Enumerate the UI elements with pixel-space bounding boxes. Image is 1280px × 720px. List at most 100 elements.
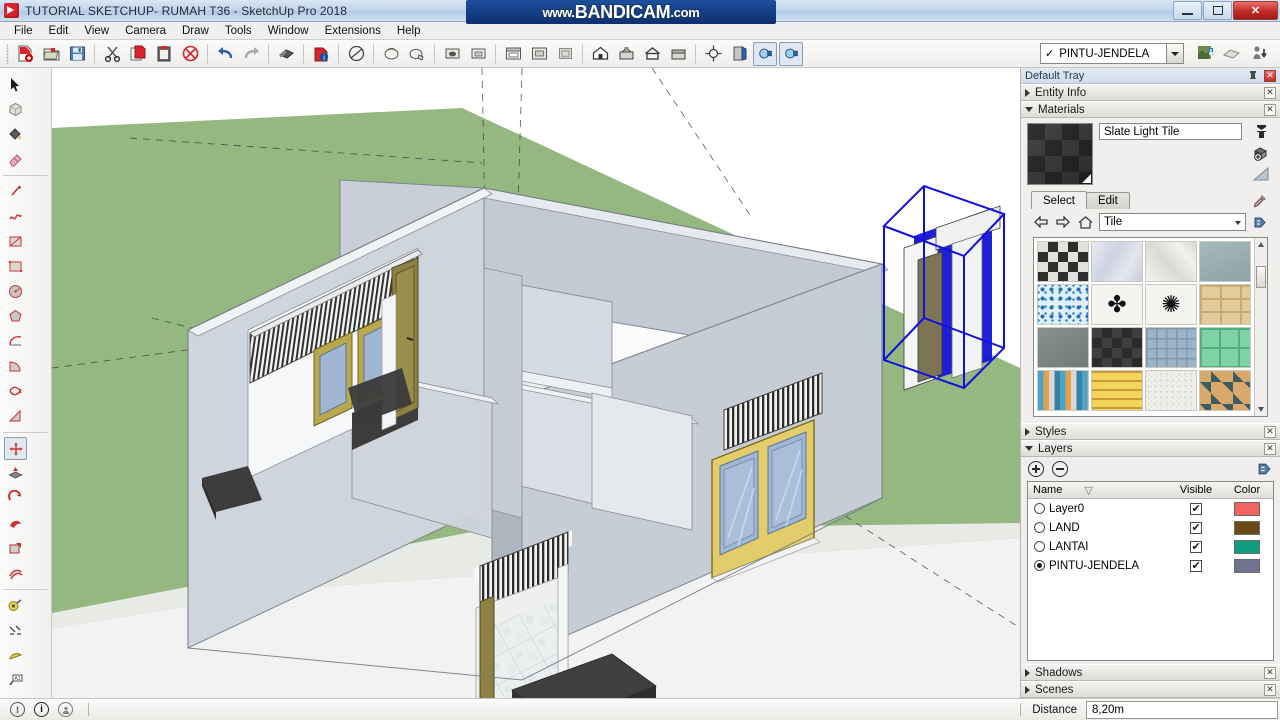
- layer-active-radio[interactable]: [1034, 560, 1045, 571]
- toggle-terrain-icon[interactable]: [1222, 44, 1241, 63]
- panel-entity-info-close[interactable]: ✕: [1264, 86, 1276, 99]
- freehand-tool-icon[interactable]: [4, 205, 27, 228]
- minimize-button[interactable]: [1173, 1, 1202, 20]
- material-name-field[interactable]: Slate Light Tile: [1099, 123, 1242, 140]
- close-button[interactable]: ✕: [1233, 1, 1278, 20]
- layer-color-swatch[interactable]: [1234, 539, 1260, 554]
- xray-icon[interactable]: [440, 42, 464, 66]
- pin-icon[interactable]: [1248, 70, 1258, 81]
- distance-input[interactable]: 8,20m: [1086, 700, 1278, 719]
- status-info-icon[interactable]: i: [34, 702, 49, 717]
- layer-color-swatch[interactable]: [1234, 558, 1260, 573]
- top-view-icon[interactable]: [614, 42, 638, 66]
- look-around-icon[interactable]: [779, 41, 803, 66]
- save-document-icon[interactable]: [65, 42, 89, 66]
- table-row[interactable]: Layer0: [1028, 499, 1273, 518]
- dimension-tool-icon[interactable]: [4, 619, 27, 642]
- swatch-mosaic-multi[interactable]: [1037, 370, 1089, 411]
- materials-scrollbar[interactable]: [1254, 238, 1267, 416]
- swatch-marble-light[interactable]: [1145, 241, 1197, 282]
- rotated-rectangle-tool-icon[interactable]: [4, 255, 27, 278]
- layer-color-swatch[interactable]: [1234, 501, 1260, 516]
- add-layer-button[interactable]: [1028, 461, 1044, 477]
- material-library-select[interactable]: Tile: [1099, 213, 1246, 231]
- swatch-tile-steel-blue[interactable]: [1145, 327, 1197, 368]
- swatch-ornament-star[interactable]: ✺: [1145, 284, 1197, 325]
- open-document-icon[interactable]: [39, 42, 63, 66]
- menu-window[interactable]: Window: [260, 24, 317, 38]
- table-row[interactable]: LANTAI: [1028, 537, 1273, 556]
- layer-active-radio[interactable]: [1034, 503, 1045, 514]
- paste-icon[interactable]: [152, 42, 176, 66]
- display-section-cuts-icon[interactable]: [405, 42, 429, 66]
- details-arrow-icon[interactable]: [1252, 214, 1268, 230]
- menu-draw[interactable]: Draw: [174, 24, 217, 38]
- scroll-up-icon[interactable]: [1258, 242, 1264, 247]
- select-tool-icon[interactable]: [4, 73, 27, 96]
- status-account-icon[interactable]: [58, 702, 73, 717]
- swatch-tile-green[interactable]: [1199, 327, 1251, 368]
- redo-icon[interactable]: [239, 42, 263, 66]
- menu-edit[interactable]: Edit: [41, 24, 77, 38]
- pie-tool-icon[interactable]: [4, 355, 27, 378]
- layer-active-radio[interactable]: [1034, 541, 1045, 552]
- two-point-arc-tool-icon[interactable]: [4, 380, 27, 403]
- copy-icon[interactable]: [126, 42, 150, 66]
- make-component-tool-icon[interactable]: [4, 98, 27, 121]
- back-edges-icon[interactable]: [466, 42, 490, 66]
- panel-layers-close[interactable]: ✕: [1264, 442, 1276, 455]
- panel-materials-close[interactable]: ✕: [1264, 103, 1276, 116]
- panel-styles[interactable]: Styles ✕: [1021, 423, 1280, 440]
- menu-help[interactable]: Help: [389, 24, 429, 38]
- create-material-icon[interactable]: [1252, 145, 1270, 162]
- swatch-tile-diamond[interactable]: [1199, 370, 1251, 411]
- status-tip-icon[interactable]: [10, 702, 25, 717]
- scroll-down-icon[interactable]: [1258, 407, 1264, 412]
- layer-dropdown[interactable]: ✓ PINTU-JENDELA: [1040, 43, 1172, 64]
- material-preview-swatch[interactable]: [1027, 123, 1093, 185]
- position-camera-icon[interactable]: [753, 41, 777, 66]
- add-location-icon[interactable]: [1196, 44, 1215, 63]
- panel-materials[interactable]: Materials ✕: [1021, 101, 1280, 118]
- menu-tools[interactable]: Tools: [217, 24, 260, 38]
- menu-extensions[interactable]: Extensions: [317, 24, 389, 38]
- arc-tool-icon[interactable]: [4, 330, 27, 353]
- eraser-tool-icon[interactable]: [4, 148, 27, 171]
- layer-visible-checkbox[interactable]: [1190, 521, 1202, 534]
- swatch-terrazzo-white[interactable]: [1145, 370, 1197, 411]
- layer-visible-checkbox[interactable]: [1190, 559, 1202, 572]
- scale-tool-icon[interactable]: [4, 537, 27, 560]
- right-view-icon[interactable]: [666, 42, 690, 66]
- menu-view[interactable]: View: [76, 24, 117, 38]
- menu-file[interactable]: File: [6, 24, 41, 38]
- table-row[interactable]: LAND: [1028, 518, 1273, 537]
- axes-icon[interactable]: [701, 42, 725, 66]
- model-viewport[interactable]: [52, 68, 1020, 698]
- display-section-planes-icon[interactable]: [379, 42, 403, 66]
- home-icon[interactable]: [1077, 214, 1093, 230]
- table-row[interactable]: PINTU-JENDELA: [1028, 556, 1273, 575]
- tab-select[interactable]: Select: [1031, 191, 1087, 209]
- maximize-button[interactable]: [1203, 1, 1232, 20]
- polygon-tool-icon[interactable]: [4, 305, 27, 328]
- sample-paint-icon[interactable]: [1254, 124, 1269, 140]
- wireframe-icon[interactable]: [501, 42, 525, 66]
- move-tool-icon[interactable]: [4, 437, 27, 460]
- push-pull-tool-icon[interactable]: [4, 462, 27, 485]
- line-tool-icon[interactable]: [4, 180, 27, 203]
- swatch-slate-green-gray[interactable]: [1037, 327, 1089, 368]
- section-plane-icon[interactable]: [344, 42, 368, 66]
- erase-icon[interactable]: [178, 42, 202, 66]
- tray-close-button[interactable]: ✕: [1264, 69, 1276, 82]
- hidden-line-icon[interactable]: [527, 42, 551, 66]
- offset-tool-icon[interactable]: [4, 562, 27, 585]
- three-point-arc-tool-icon[interactable]: [4, 405, 27, 428]
- new-document-icon[interactable]: [13, 42, 37, 66]
- panel-layers[interactable]: Layers ✕: [1021, 440, 1280, 457]
- paint-bucket-tool-icon[interactable]: [4, 123, 27, 146]
- protractor-tool-icon[interactable]: [4, 644, 27, 667]
- shaded-icon[interactable]: [553, 42, 577, 66]
- print-icon[interactable]: [274, 42, 298, 66]
- swatch-mosaic-blue[interactable]: [1037, 284, 1089, 325]
- swatch-brick-yellow[interactable]: [1091, 370, 1143, 411]
